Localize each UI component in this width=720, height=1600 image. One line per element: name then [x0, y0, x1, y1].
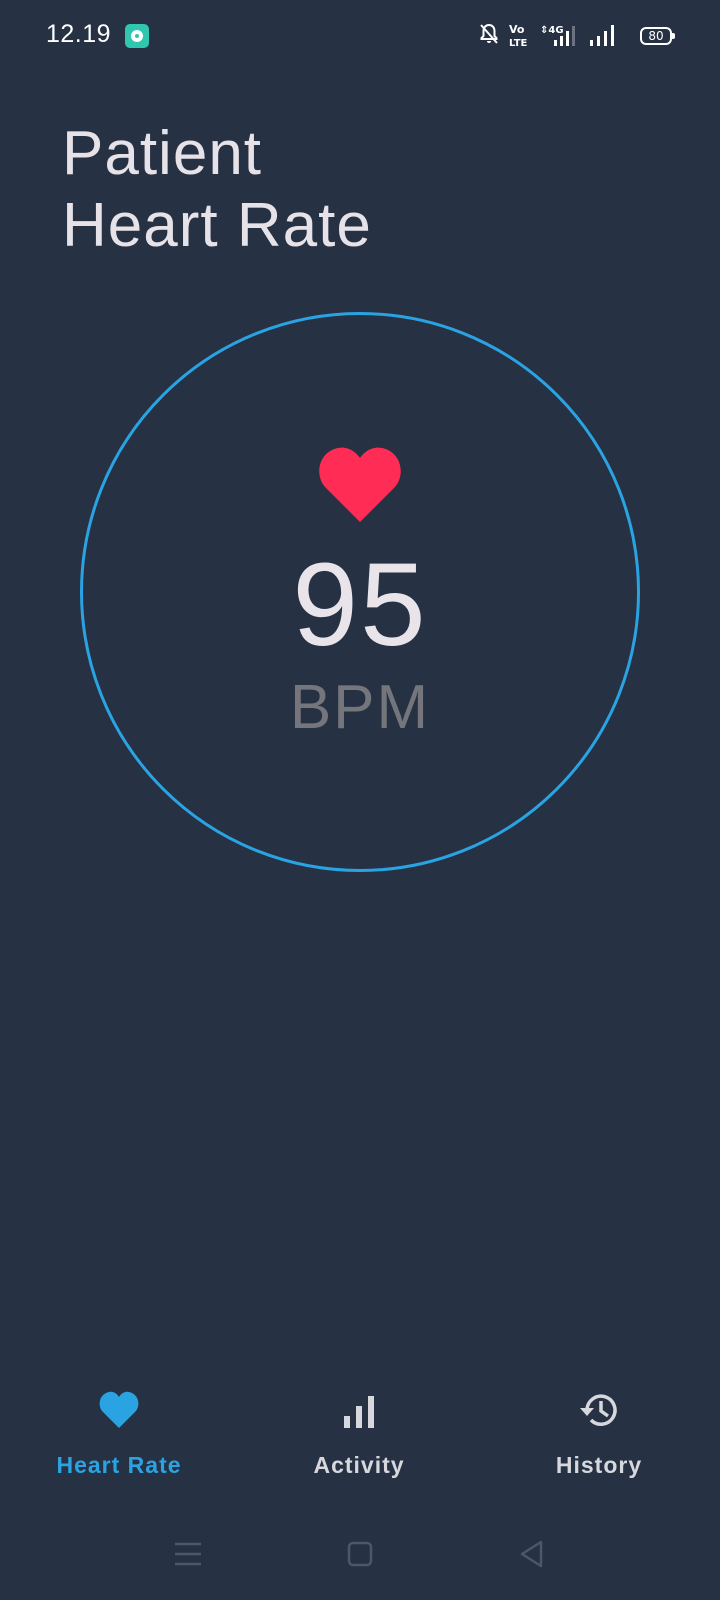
page-title-line1: Patient: [62, 119, 263, 188]
page-title-line2: Heart Rate: [62, 191, 372, 260]
nav-label-heart-rate: Heart Rate: [56, 1452, 182, 1478]
volte-icon: Vo LTE: [509, 23, 528, 48]
bell-off-icon: [480, 23, 498, 44]
page-title: Patient Heart Rate: [62, 118, 372, 262]
menu-icon[interactable]: [173, 1539, 203, 1569]
heart-rate-screen: 12.19 Vo LTE ⇕4G 80 Patient Heart Rate 9…: [0, 0, 720, 1600]
battery-icon: 80: [640, 27, 675, 45]
nav-item-activity[interactable]: Activity: [259, 1380, 459, 1490]
system-navigation-bar: [0, 1535, 720, 1575]
bpm-unit-label: BPM: [289, 673, 431, 742]
status-time: 12.19: [46, 20, 112, 48]
history-icon: [580, 1394, 617, 1426]
bottom-navigation: Heart Rate Activity History: [0, 1380, 720, 1490]
nav-item-history[interactable]: History: [499, 1380, 699, 1490]
bar-chart-icon: [344, 1396, 374, 1428]
nav-label-history: History: [555, 1452, 643, 1478]
heart-icon: [319, 447, 401, 522]
app-notification-icon: [125, 24, 149, 48]
signal-4g-icon: ⇕4G: [540, 25, 575, 46]
svg-text:⇕4G: ⇕4G: [540, 25, 564, 36]
back-icon[interactable]: [517, 1539, 547, 1569]
bpm-value: 95: [292, 539, 428, 671]
nav-label-activity: Activity: [313, 1452, 405, 1478]
status-bar: 12.19 Vo LTE ⇕4G 80: [0, 0, 720, 72]
heart-icon: [99, 1391, 139, 1428]
nav-item-heart-rate[interactable]: Heart Rate: [19, 1380, 219, 1490]
svg-text:LTE: LTE: [509, 38, 528, 48]
home-icon[interactable]: [345, 1539, 375, 1569]
signal-icon: [590, 25, 614, 46]
svg-text:Vo: Vo: [509, 23, 525, 36]
